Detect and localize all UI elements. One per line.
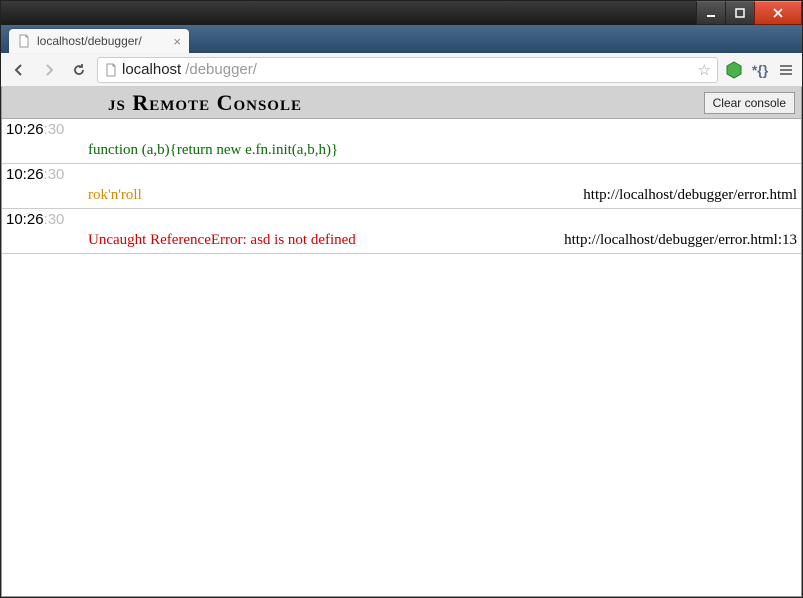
- extension-braces-icon[interactable]: *{}: [750, 60, 770, 80]
- timestamp-seconds: :30: [44, 211, 65, 228]
- extension-adblock-icon[interactable]: [724, 60, 744, 80]
- timestamp-main: 10:26: [6, 121, 44, 138]
- browser-window: localhost/debugger/ × localhost/debugger…: [0, 0, 803, 598]
- timestamp-main: 10:26: [6, 211, 44, 228]
- console-entries: 10:26:30function (a,b){return new e.fn.i…: [2, 119, 801, 596]
- page-content: js Remote Console Clear console 10:26:30…: [1, 87, 802, 597]
- console-source[interactable]: http://localhost/debugger/error.html:13: [564, 230, 801, 253]
- app-header: js Remote Console Clear console: [2, 87, 801, 119]
- console-entry: 10:26:30 rok'n'roll http://localhost/debug…: [2, 164, 801, 209]
- browser-tab[interactable]: localhost/debugger/ ×: [9, 29, 189, 53]
- bookmark-star-icon[interactable]: ☆: [698, 61, 711, 79]
- clear-console-button[interactable]: Clear console: [704, 92, 795, 114]
- console-message: rok'n'roll: [88, 185, 577, 208]
- timestamp: 10:26:30: [2, 164, 82, 185]
- window-titlebar: [1, 1, 802, 25]
- timestamp-seconds: :30: [44, 166, 65, 183]
- reload-button[interactable]: [67, 58, 91, 82]
- console-entry: 10:26:30 function (a,b){return new e.fn.i…: [2, 119, 801, 164]
- tab-strip: localhost/debugger/ ×: [1, 25, 802, 53]
- page-icon: [17, 34, 31, 48]
- app-title: js Remote Console: [108, 90, 302, 116]
- site-icon: [104, 63, 118, 77]
- browser-toolbar: localhost/debugger/ ☆ *{}: [1, 53, 802, 87]
- forward-button[interactable]: [37, 58, 61, 82]
- console-entry: 10:26:30 Uncaught ReferenceError: asd is …: [2, 209, 801, 254]
- tab-close-icon[interactable]: ×: [173, 35, 181, 48]
- close-button[interactable]: [754, 1, 802, 25]
- timestamp-seconds: :30: [44, 121, 65, 138]
- console-source[interactable]: http://localhost/debugger/error.html: [583, 185, 801, 208]
- chrome-menu-icon[interactable]: [776, 60, 796, 80]
- console-message: Uncaught ReferenceError: asd is not defi…: [88, 230, 558, 253]
- minimize-button[interactable]: [696, 1, 726, 25]
- url-host: localhost: [122, 61, 181, 78]
- maximize-button[interactable]: [725, 1, 755, 25]
- tab-title: localhost/debugger/: [37, 34, 142, 48]
- timestamp: 10:26:30: [2, 209, 82, 230]
- address-bar[interactable]: localhost/debugger/ ☆: [97, 57, 718, 83]
- back-button[interactable]: [7, 58, 31, 82]
- timestamp-main: 10:26: [6, 166, 44, 183]
- url-path: /debugger/: [185, 61, 257, 78]
- console-message: function (a,b){return new e.fn.init(a,b,…: [88, 140, 795, 163]
- timestamp: 10:26:30: [2, 119, 82, 140]
